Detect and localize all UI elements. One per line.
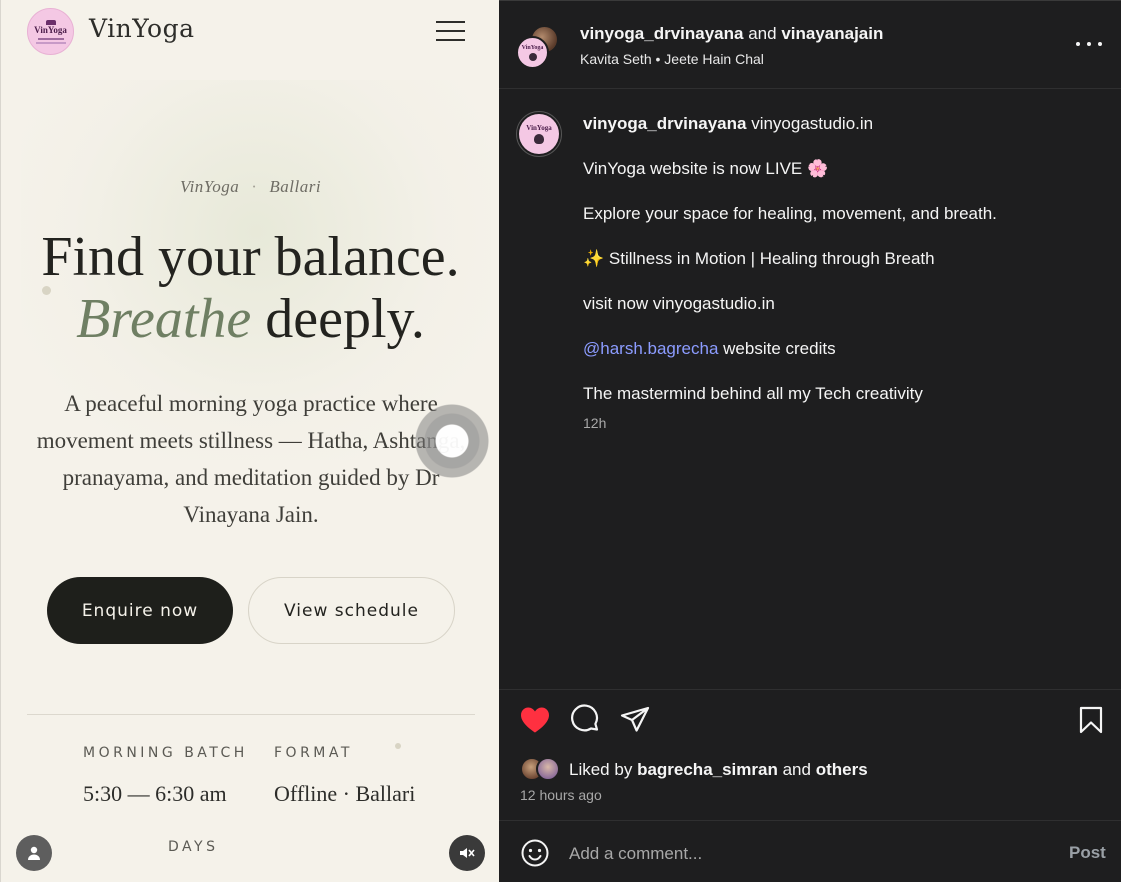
format-value: Offline · Ballari bbox=[274, 781, 416, 806]
comment-divider bbox=[499, 820, 1121, 821]
liked-by-text: Liked by bagrecha_simran and others bbox=[569, 760, 868, 780]
avatar-logo-text: VinYoga bbox=[526, 124, 552, 132]
caption-avatar[interactable]: VinYoga bbox=[516, 111, 562, 157]
mention-link[interactable]: @harsh.bagrecha bbox=[583, 339, 718, 358]
author-joiner: and bbox=[748, 24, 777, 43]
loading-spinner bbox=[415, 404, 489, 478]
caption-timestamp[interactable]: 12h bbox=[583, 415, 606, 431]
headline-line-1: Find your balance. bbox=[41, 226, 460, 288]
logo-divider bbox=[35, 41, 66, 44]
header-divider bbox=[499, 88, 1121, 89]
comment-icon[interactable] bbox=[569, 704, 601, 736]
user-tag-button[interactable] bbox=[16, 835, 52, 871]
caption-line: The mastermind behind all my Tech creati… bbox=[583, 384, 923, 403]
section-divider bbox=[27, 714, 475, 715]
heart-icon[interactable] bbox=[519, 704, 551, 736]
headline-accent-word: Breathe bbox=[76, 288, 252, 350]
liked-by-others-link[interactable]: others bbox=[816, 760, 868, 779]
avatar-figure bbox=[534, 134, 544, 144]
caption-line: ✨ Stillness in Motion | Healing through … bbox=[583, 249, 935, 268]
liked-by-joiner: and bbox=[782, 760, 811, 779]
logo-text: VinYoga bbox=[34, 24, 67, 35]
caption-mention-line: @harsh.bagrecha website credits bbox=[583, 339, 836, 359]
site-brand-name[interactable]: VinYoga bbox=[89, 14, 195, 43]
hero-eyebrow: VinYoga · Ballari bbox=[1, 177, 499, 197]
headline-line-2: Breathe deeply. bbox=[1, 288, 499, 350]
avatar-logo-text: VinYoga bbox=[521, 44, 544, 51]
morning-batch-value: 5:30 — 6:30 am bbox=[83, 781, 227, 806]
caption-line: VinYoga website is now LIVE 🌸 bbox=[583, 159, 829, 178]
format-label: FORMAT bbox=[274, 745, 353, 761]
post-author-line: vinyoga_drvinayana and vinayanajain bbox=[580, 24, 883, 44]
view-schedule-button[interactable]: View schedule bbox=[248, 577, 455, 644]
logo-crown-icon bbox=[45, 19, 56, 25]
liked-by-avatars[interactable] bbox=[520, 757, 562, 783]
mute-toggle-button[interactable] bbox=[449, 835, 485, 871]
post-panel: VinYoga vinyoga_drvinayana and vinayanaj… bbox=[499, 0, 1121, 882]
comment-input[interactable] bbox=[569, 840, 1049, 868]
panel-top-border bbox=[499, 0, 1121, 1]
bookmark-icon[interactable] bbox=[1075, 704, 1107, 736]
author-username-1[interactable]: vinyoga_drvinayana bbox=[580, 24, 743, 43]
post-comment-button[interactable]: Post bbox=[1069, 843, 1106, 863]
website-preview: VinYoga VinYoga VinYoga · Ballari Find you… bbox=[0, 0, 499, 882]
avatar-figure bbox=[528, 52, 537, 61]
hero-description: A peaceful morning yoga practice where m… bbox=[36, 391, 466, 527]
eyebrow-separator: · bbox=[251, 177, 258, 196]
caption-text: vinyogastudio.in bbox=[751, 114, 874, 133]
author-username-2[interactable]: vinayanajain bbox=[781, 24, 883, 43]
caption-username[interactable]: vinyoga_drvinayana bbox=[583, 114, 746, 133]
enquire-now-button[interactable]: Enquire now bbox=[47, 577, 233, 644]
site-logo[interactable]: VinYoga bbox=[27, 8, 74, 55]
liked-by-prefix: Liked by bbox=[569, 760, 633, 779]
actions-divider bbox=[499, 689, 1121, 690]
caption-line: Explore your space for healing, movement… bbox=[583, 204, 997, 223]
hamburger-menu-icon[interactable] bbox=[436, 21, 465, 41]
eyebrow-brand: VinYoga bbox=[179, 177, 240, 196]
days-label: DAYS bbox=[168, 839, 219, 855]
caption-line: visit now vinyogastudio.in bbox=[583, 294, 775, 313]
eyebrow-city: Ballari bbox=[269, 177, 322, 196]
hero-headline: Find your balance. Breathe deeply. bbox=[1, 226, 499, 350]
avatar[interactable]: VinYoga bbox=[516, 36, 549, 69]
more-options-icon[interactable] bbox=[1076, 34, 1102, 54]
caption-text: website credits bbox=[723, 339, 836, 358]
caption-first-line: vinyoga_drvinayana vinyogastudio.in bbox=[583, 114, 873, 134]
avatar bbox=[536, 757, 560, 781]
muted-audio-icon bbox=[460, 848, 475, 858]
avatar: VinYoga bbox=[519, 114, 559, 154]
emoji-icon[interactable] bbox=[520, 838, 550, 868]
user-icon bbox=[28, 846, 40, 860]
collab-avatars[interactable]: VinYoga bbox=[516, 24, 562, 70]
liked-by-username[interactable]: bagrecha_simran bbox=[637, 760, 778, 779]
logo-divider bbox=[37, 37, 64, 40]
audio-track-link[interactable]: Kavita Seth • Jeete Hain Chal bbox=[580, 51, 764, 67]
decorative-speck bbox=[395, 743, 401, 749]
headline-rest: deeply. bbox=[265, 288, 425, 350]
share-icon[interactable] bbox=[619, 704, 651, 736]
morning-batch-label: MORNING BATCH bbox=[83, 745, 248, 761]
site-navbar: VinYoga VinYoga bbox=[1, 0, 499, 64]
post-timestamp[interactable]: 12 hours ago bbox=[520, 787, 602, 803]
